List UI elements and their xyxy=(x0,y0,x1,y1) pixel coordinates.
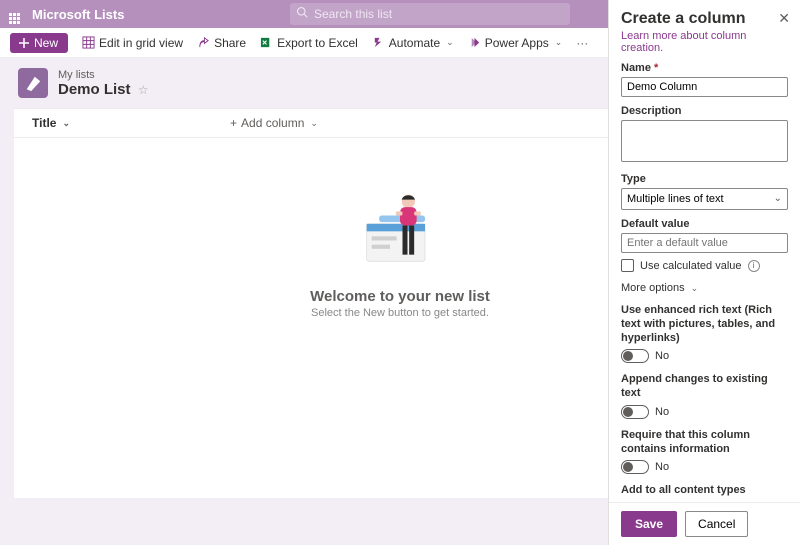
rich-text-toggle[interactable] xyxy=(621,349,649,363)
required-toggle[interactable] xyxy=(621,460,649,474)
new-button-label: New xyxy=(34,36,58,50)
powerapps-label: Power Apps xyxy=(485,36,549,50)
default-value-input[interactable] xyxy=(621,233,788,253)
create-column-panel: ✕ Create a column Learn more about colum… xyxy=(608,0,800,545)
chevron-down-icon: ⌄ xyxy=(62,118,70,129)
chevron-down-icon: ⌄ xyxy=(691,283,699,294)
cancel-button[interactable]: Cancel xyxy=(685,511,748,537)
type-select[interactable]: Multiple lines of text xyxy=(621,188,788,210)
empty-subtitle: Select the New button to get started. xyxy=(311,307,489,319)
panel-footer: Save Cancel xyxy=(609,502,800,545)
column-name-input[interactable] xyxy=(621,77,788,97)
append-changes-toggle[interactable] xyxy=(621,405,649,419)
welcome-illustration xyxy=(350,178,450,278)
export-excel-button[interactable]: Export to Excel xyxy=(260,36,358,50)
edit-grid-label: Edit in grid view xyxy=(99,36,183,50)
share-icon xyxy=(197,36,210,49)
share-label: Share xyxy=(214,36,246,50)
description-input[interactable] xyxy=(621,120,788,162)
automate-label: Automate xyxy=(389,36,440,50)
column-title-label: Title xyxy=(32,116,56,130)
grid-icon xyxy=(82,36,95,49)
app-name: Microsoft Lists xyxy=(32,7,124,22)
append-changes-state: No xyxy=(655,406,669,418)
chevron-down-icon: ⌄ xyxy=(774,193,782,204)
type-label: Type xyxy=(621,173,788,185)
edit-in-grid-button[interactable]: Edit in grid view xyxy=(82,36,183,50)
excel-icon xyxy=(260,36,273,49)
breadcrumb[interactable]: My lists xyxy=(58,69,149,81)
automate-button[interactable]: Automate ⌄ xyxy=(372,36,454,50)
close-button[interactable]: ✕ xyxy=(778,10,790,27)
add-all-content-types-label: Add to all content types xyxy=(621,484,788,498)
empty-title: Welcome to your new list xyxy=(310,288,490,305)
add-column-button[interactable]: + Add column ⌄ xyxy=(230,116,318,130)
list-icon xyxy=(18,68,48,98)
chevron-down-icon: ⌄ xyxy=(555,37,563,48)
name-label: Name * xyxy=(621,62,788,74)
info-icon[interactable]: i xyxy=(748,260,760,272)
use-calculated-checkbox[interactable] xyxy=(621,259,634,272)
export-label: Export to Excel xyxy=(277,36,358,50)
rich-text-state: No xyxy=(655,350,669,362)
use-calculated-label: Use calculated value xyxy=(640,260,742,272)
chevron-down-icon: ⌄ xyxy=(310,118,318,129)
search-box[interactable] xyxy=(290,3,570,25)
learn-more-link[interactable]: Learn more about column creation. xyxy=(621,30,788,54)
default-value-label: Default value xyxy=(621,218,788,230)
search-icon xyxy=(296,6,308,21)
more-options-label: More options xyxy=(621,282,685,294)
save-button[interactable]: Save xyxy=(621,511,677,537)
power-apps-button[interactable]: Power Apps ⌄ xyxy=(468,36,563,50)
automate-icon xyxy=(372,36,385,49)
panel-title: Create a column xyxy=(621,10,788,28)
required-label: Require that this column contains inform… xyxy=(621,429,788,457)
column-header-title[interactable]: Title ⌄ xyxy=(32,116,70,130)
more-options-toggle[interactable]: More options ⌄ xyxy=(621,282,788,294)
favorite-star-icon[interactable]: ☆ xyxy=(138,83,149,97)
powerapps-icon xyxy=(468,36,481,49)
description-label: Description xyxy=(621,105,788,117)
rich-text-label: Use enhanced rich text (Rich text with p… xyxy=(621,304,788,345)
list-name: Demo List xyxy=(58,81,131,98)
required-state: No xyxy=(655,461,669,473)
app-launcher-button[interactable] xyxy=(0,5,28,24)
append-changes-label: Append changes to existing text xyxy=(621,373,788,401)
new-button[interactable]: New xyxy=(10,33,68,53)
share-button[interactable]: Share xyxy=(197,36,246,50)
chevron-down-icon: ⌄ xyxy=(446,37,454,48)
overflow-button[interactable]: ··· xyxy=(576,36,588,50)
search-input[interactable] xyxy=(290,3,570,25)
add-column-label: Add column xyxy=(241,116,304,130)
